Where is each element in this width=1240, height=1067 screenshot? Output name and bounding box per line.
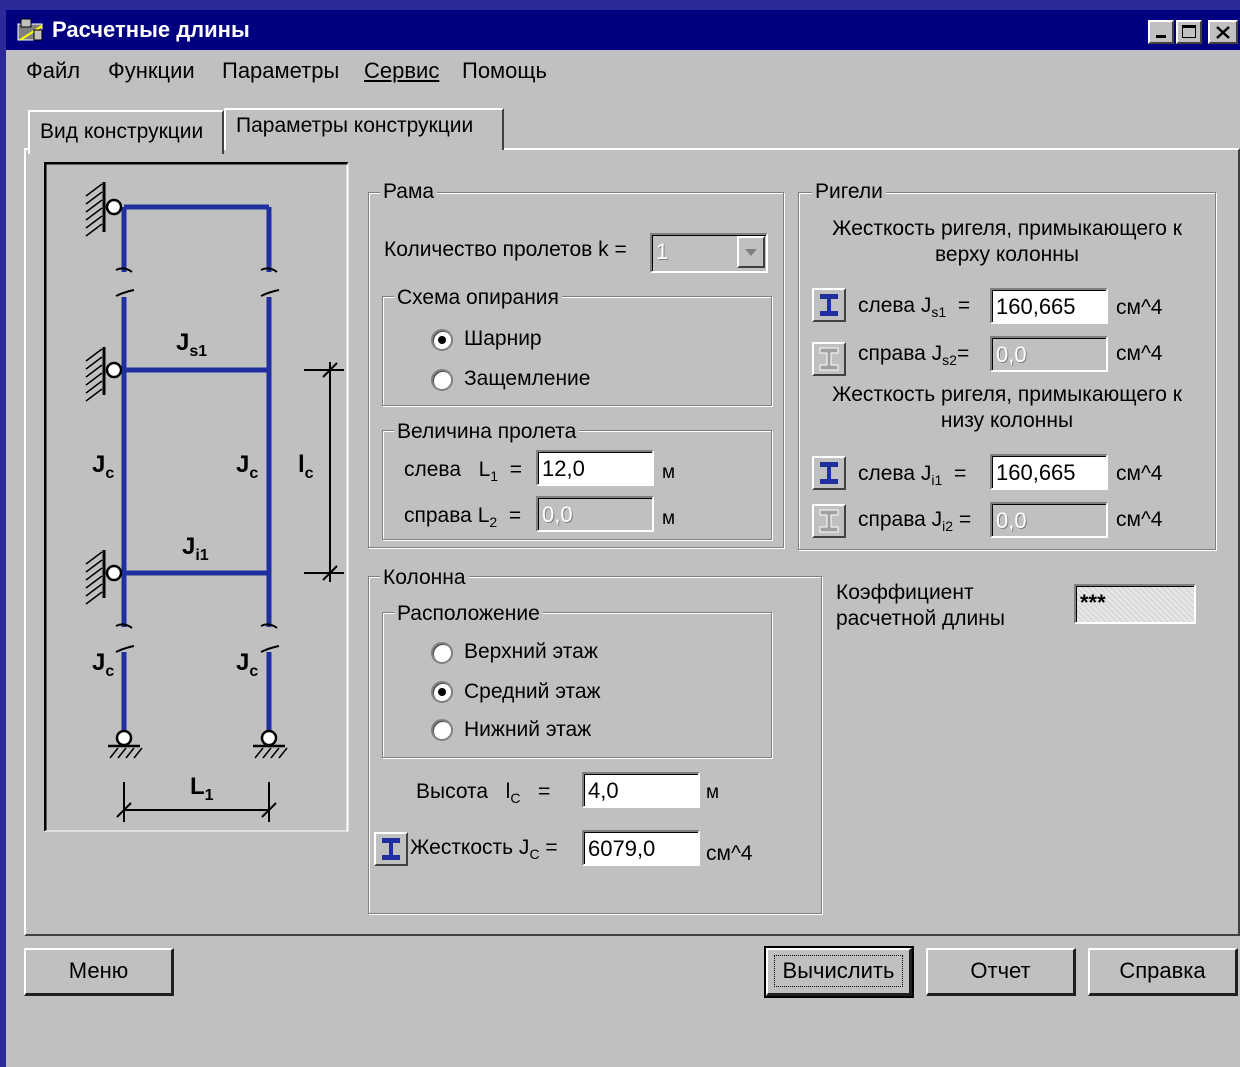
support-fixed-label[interactable]: Защемление xyxy=(464,367,590,391)
coefficient-output: *** xyxy=(1074,584,1196,624)
support-scheme-legend: Схема опирания xyxy=(394,286,562,310)
stiffness-s1-label: слева Js1 = xyxy=(858,294,971,321)
column-height-input[interactable]: 4,0 xyxy=(582,772,700,808)
stiffness-s2-unit: см^4 xyxy=(1116,342,1163,365)
calculate-button-label: Вычислить xyxy=(773,955,904,987)
span-left-label: слева L1 = xyxy=(404,458,522,485)
top-beam-heading: Жесткость ригеля, примыкающего к верху к… xyxy=(832,217,1182,266)
tab-structure-params[interactable]: Параметры конструкции xyxy=(224,108,504,150)
stiffness-i2-label: справа Ji2 = xyxy=(858,508,972,535)
ibeam-icon xyxy=(819,347,839,371)
support-hinge-radio[interactable] xyxy=(431,329,453,351)
tab-structure-view-label: Вид конструкции xyxy=(40,120,204,143)
maximize-icon xyxy=(1182,25,1196,38)
span-right-label: справа L2 = xyxy=(404,504,522,531)
app-window: Расчетные длины Файл Функции Параметры С… xyxy=(6,10,1240,1067)
column-legend: Колонна xyxy=(380,566,469,590)
report-button[interactable]: Отчет xyxy=(926,948,1076,996)
app-icon xyxy=(17,18,43,41)
stiffness-i2-button[interactable] xyxy=(812,504,846,538)
stiffness-s1-input[interactable]: 160,665 xyxy=(990,288,1108,324)
column-position-legend: Расположение xyxy=(394,602,543,626)
span-size-legend: Величина пролета xyxy=(394,420,580,444)
coefficient-label: Коэффициент расчетной длины xyxy=(836,580,1005,632)
column-height-label: Высота lC = xyxy=(416,780,551,807)
span-left-input[interactable]: 12,0 xyxy=(536,450,654,486)
ibeam-icon xyxy=(820,462,838,484)
position-middle-label[interactable]: Средний этаж xyxy=(464,680,601,704)
spans-count-dropdown-button[interactable] xyxy=(737,236,765,268)
beams-legend: Ригели xyxy=(812,180,886,204)
support-fixed-radio[interactable] xyxy=(431,369,453,391)
spans-count-value: 1 xyxy=(656,239,669,264)
ibeam-icon xyxy=(382,838,400,860)
calculate-button[interactable]: Вычислить xyxy=(764,946,914,998)
stiffness-s2-button[interactable] xyxy=(812,342,846,376)
stiffness-i1-input[interactable]: 160,665 xyxy=(990,454,1108,490)
stiffness-s2-input[interactable]: 0,0 xyxy=(990,336,1108,372)
chevron-down-icon xyxy=(745,249,757,256)
span-right-input[interactable]: 0,0 xyxy=(536,496,654,532)
column-stiffness-input[interactable]: 6079,0 xyxy=(582,830,700,866)
bottom-beam-heading: Жесткость ригеля, примыкающего к низу ко… xyxy=(832,383,1182,432)
position-top-radio[interactable] xyxy=(431,642,453,664)
column-height-unit: м xyxy=(706,782,720,803)
minimize-icon xyxy=(1156,35,1166,38)
coefficient-label-line1: Коэффициент xyxy=(836,581,974,604)
support-hinge-label[interactable]: Шарнир xyxy=(464,327,542,351)
column-stiffness-label: Жесткость JC = xyxy=(410,836,558,863)
ibeam-icon xyxy=(820,294,838,316)
spans-count-select[interactable]: 1 xyxy=(650,233,768,273)
spans-count-label: Количество пролетов k = xyxy=(384,238,627,261)
coefficient-label-line2: расчетной длины xyxy=(836,607,1005,630)
stiffness-s1-button[interactable] xyxy=(812,288,846,322)
menu-button[interactable]: Меню xyxy=(24,948,174,996)
column-stiffness-button[interactable] xyxy=(374,832,408,866)
column-stiffness-unit: см^4 xyxy=(706,842,753,865)
menu-service[interactable]: Сервис xyxy=(364,58,439,84)
position-top-label[interactable]: Верхний этаж xyxy=(464,640,598,664)
window-title: Расчетные длины xyxy=(52,17,250,42)
stiffness-i1-label: слева Ji1 = xyxy=(858,462,967,489)
menu-bar: Файл Функции Параметры Сервис Помощь xyxy=(6,54,1240,88)
tab-structure-params-label: Параметры конструкции xyxy=(236,114,474,137)
frame-diagram: Js1 Ji1 Jc Jc Jc Jc lc L1 xyxy=(44,162,349,832)
title-bar[interactable]: Расчетные длины xyxy=(6,10,1240,50)
ibeam-icon xyxy=(819,509,839,533)
menu-help[interactable]: Помощь xyxy=(462,58,547,84)
menu-parameters[interactable]: Параметры xyxy=(222,58,339,84)
menu-file[interactable]: Файл xyxy=(26,58,80,84)
help-button[interactable]: Справка xyxy=(1088,948,1238,996)
menu-functions[interactable]: Функции xyxy=(108,58,195,84)
stiffness-i1-button[interactable] xyxy=(812,456,846,490)
close-icon xyxy=(1216,26,1230,39)
position-bottom-label[interactable]: Нижний этаж xyxy=(464,718,591,742)
tab-structure-view[interactable]: Вид конструкции xyxy=(28,110,224,154)
close-button[interactable] xyxy=(1208,20,1238,44)
stiffness-i2-unit: см^4 xyxy=(1116,508,1163,531)
stiffness-s2-label: справа Js2= xyxy=(858,342,970,369)
minimize-button[interactable] xyxy=(1148,20,1174,44)
stiffness-s1-unit: см^4 xyxy=(1116,296,1163,319)
maximize-button[interactable] xyxy=(1176,20,1202,44)
stiffness-i2-input[interactable]: 0,0 xyxy=(990,502,1108,538)
frame-group-legend: Рама xyxy=(380,180,438,204)
span-left-unit: м xyxy=(662,462,676,483)
span-right-unit: м xyxy=(662,508,676,529)
position-bottom-radio[interactable] xyxy=(431,719,453,741)
stiffness-i1-unit: см^4 xyxy=(1116,462,1163,485)
position-middle-radio[interactable] xyxy=(431,681,453,703)
